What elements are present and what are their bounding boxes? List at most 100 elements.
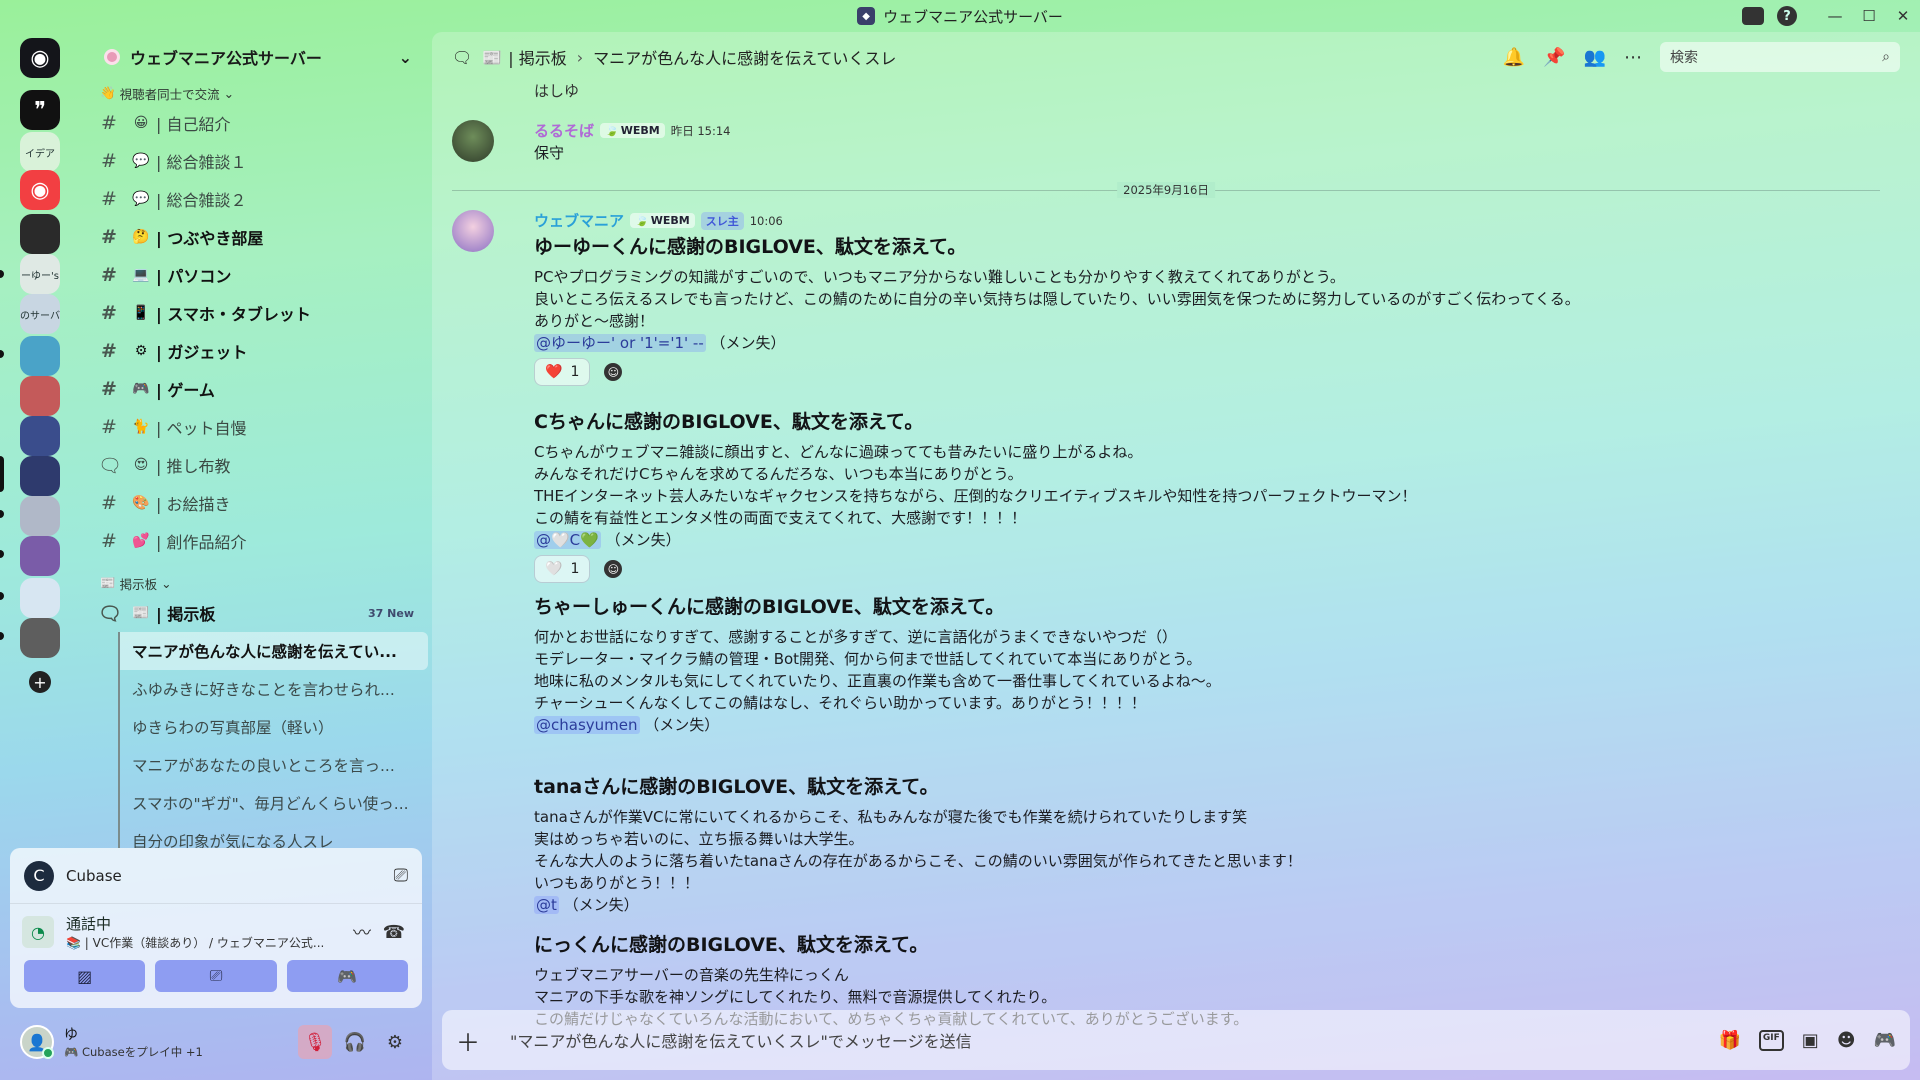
category-label: 掲示板 [119, 576, 158, 592]
members-icon[interactable]: 👥 [1584, 47, 1606, 68]
message-text: ウェブマニアサーバーの音楽の先生枠にっくん [534, 966, 849, 984]
minimize-button[interactable]: — [1818, 0, 1852, 32]
channel-11[interactable]: # 🎨 | お絵描き [82, 484, 432, 522]
channel-name: | お絵描き [156, 495, 231, 514]
thread-item[interactable]: スマホの"ギガ"、毎月どんくらい使っ... [118, 784, 428, 822]
thread-item[interactable]: 自分の印象が気になる人スレ [118, 822, 428, 848]
channel-10[interactable]: 🗨 😍 | 推し布教 [82, 446, 432, 484]
noise-suppression-icon[interactable]: 〰 [346, 919, 378, 945]
disconnect-icon[interactable]: ☎ [378, 922, 410, 943]
guild-tag[interactable]: 🍃 WEBM [630, 213, 695, 228]
headphones-button[interactable]: 🎧 [338, 1025, 372, 1059]
inbox-icon[interactable] [1736, 0, 1770, 32]
share-screen-button[interactable]: ⎚ [155, 960, 277, 992]
channel-4[interactable]: # 🤔 | つぶやき部屋 [82, 218, 432, 256]
forum-channel-board[interactable]: 🗨 📰 | 掲示板 37 New [82, 594, 432, 632]
server-icon[interactable] [20, 618, 60, 658]
help-icon[interactable]: ? [1770, 0, 1804, 32]
add-reaction-button[interactable]: ☺ [598, 358, 628, 386]
server-icon[interactable] [20, 496, 60, 536]
message-text: 地味に私のメンタルも気にしてくれていたり、正直裏の作業も含めて一番仕事してくれて… [534, 672, 1221, 690]
user-mention[interactable]: @t [534, 896, 559, 914]
bell-icon[interactable]: 🔔 [1503, 47, 1525, 68]
guild-header[interactable]: ウェブマニア公式サーバー ⌄ [82, 32, 432, 82]
user-mention[interactable]: @chasyumen [534, 716, 640, 734]
message-text: この鯖を有益性とエンタメ性の両面で支えてくれて、大感謝です！！！！ [534, 509, 1027, 527]
category-exchange[interactable]: 👋 視聴者同士で交流 ⌄ [82, 82, 432, 104]
message-text: みんなそれだけCちゃんを求めてるんだろな、いつも本当にありがとう。 [534, 465, 1023, 483]
date-divider-label: 2025年9月16日 [1117, 182, 1215, 198]
game-controller-icon[interactable]: 🎮 [1874, 1030, 1896, 1051]
reaction-count: 1 [570, 364, 580, 380]
chevron-down-icon: ⌄ [223, 85, 235, 101]
sticker-icon[interactable]: ▣ [1802, 1030, 1819, 1051]
message-heading: tanaさんに感謝のBIGLOVE、駄文を添えて。 [534, 776, 939, 798]
avatar[interactable]: 👤 [20, 1025, 54, 1059]
server-icon[interactable] [20, 578, 60, 618]
thread-item[interactable]: ふゆみきに好きなことを言わせられ... [118, 670, 428, 708]
server-icon[interactable]: のサーバ [20, 294, 60, 334]
user-mention[interactable]: @ゆーゆー' or '1'='1' -- [534, 334, 706, 352]
server-icon[interactable] [20, 456, 60, 496]
message-composer[interactable]: ＋ "マニアが色んな人に感謝を伝えていくスレ"でメッセージを送信 🎁 GIF ▣… [442, 1010, 1910, 1070]
user-mention[interactable]: @🤍C💚 [534, 531, 601, 549]
thread-item[interactable]: マニアがあなたの良いところを言っ... [118, 746, 428, 784]
avatar[interactable] [452, 210, 494, 252]
server-icon[interactable]: ーゆー's [20, 254, 60, 294]
settings-gear-icon[interactable]: ⚙ [378, 1025, 412, 1059]
search-input[interactable]: 検索 ⌕ [1660, 42, 1900, 72]
channel-9[interactable]: # 🐈 | ペット自慢 [82, 408, 432, 446]
reaction-emoji: 🤍 [545, 561, 563, 577]
channel-3[interactable]: # 💬 | 総合雑談２ [82, 180, 432, 218]
emoji-icon[interactable]: ☻ [1837, 1030, 1856, 1051]
author-name[interactable]: ウェブマニア [534, 210, 624, 231]
voice-channel-name[interactable]: 📚 | VC作業（雑談あり） / ウェブマニア公式... [66, 934, 346, 951]
hash-icon: # [101, 264, 117, 286]
channel-12[interactable]: # 💕 | 創作品紹介 [82, 522, 432, 560]
pin-icon[interactable]: 📌 [1543, 47, 1565, 68]
activity-button[interactable]: 🎮 [286, 960, 408, 992]
gif-icon[interactable]: GIF [1758, 1029, 1784, 1051]
author-name[interactable]: るるそば [534, 120, 594, 141]
voice-status[interactable]: 通話中 [66, 913, 346, 934]
camera-off-button[interactable]: ▨ [24, 960, 146, 992]
message-text: 保守 [534, 144, 565, 162]
chevron-down-icon: ⌄ [398, 47, 412, 67]
breadcrumb-parent[interactable]: | 掲示板 [508, 45, 566, 69]
channel-8[interactable]: # 🎮 | ゲーム [82, 370, 432, 408]
window-title: ウェブマニア公式サーバー [883, 7, 1063, 26]
server-icon[interactable]: ◉ [20, 38, 60, 78]
thread-item[interactable]: マニアが色んな人に感謝を伝えてい... [118, 632, 428, 670]
server-icon[interactable] [20, 214, 60, 254]
server-icon[interactable] [20, 416, 60, 456]
maximize-button[interactable]: ☐ [1852, 0, 1886, 32]
channel-2[interactable]: # 💬 | 総合雑談１ [82, 142, 432, 180]
server-icon[interactable]: ❞ [20, 90, 60, 130]
server-icon[interactable] [20, 336, 60, 376]
add-server-button[interactable]: + [20, 662, 60, 702]
server-icon[interactable] [20, 376, 60, 416]
gift-icon[interactable]: 🎁 [1718, 1030, 1740, 1051]
thread-item[interactable]: ゆきらわの写真部屋（軽い） [118, 708, 428, 746]
channel-1[interactable]: # 😀 | 自己紹介 [82, 104, 432, 142]
more-icon[interactable]: ⋯ [1624, 47, 1642, 68]
add-reaction-button[interactable]: ☺ [598, 555, 628, 583]
server-icon[interactable]: ◉ [20, 170, 60, 210]
server-icon[interactable] [20, 536, 60, 576]
plus-icon[interactable]: ＋ [456, 1023, 492, 1058]
close-button[interactable]: ✕ [1886, 0, 1920, 32]
mic-muted-button[interactable]: 🎙 [298, 1025, 332, 1059]
channel-7[interactable]: # ⚙ | ガジェット [82, 332, 432, 370]
search-icon: ⌕ [1882, 49, 1890, 65]
reaction-button[interactable]: ❤️ 1 [534, 358, 591, 386]
channel-5[interactable]: # 💻 | パソコン [82, 256, 432, 294]
guild-tag[interactable]: 🍃 WEBM [600, 123, 665, 138]
server-icon[interactable]: イデア [20, 132, 60, 172]
screen-share-icon[interactable]: ⎚ [394, 865, 408, 886]
avatar[interactable] [452, 120, 494, 162]
channel-6[interactable]: # 📱 | スマホ・タブレット [82, 294, 432, 332]
activity-row: C Cubase ⎚ [10, 848, 422, 904]
server-label: のサーバ [20, 310, 60, 322]
reaction-button[interactable]: 🤍 1 [534, 555, 591, 583]
category-board[interactable]: 📰 掲示板 ⌄ [82, 572, 432, 594]
